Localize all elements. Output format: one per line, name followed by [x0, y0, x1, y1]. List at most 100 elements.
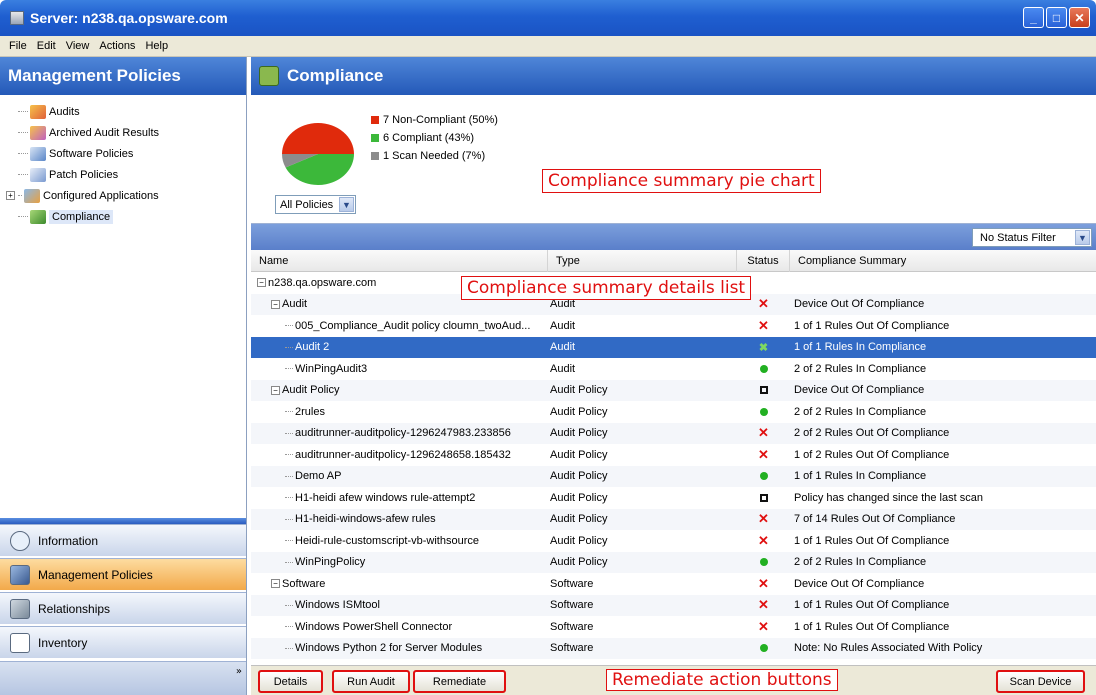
patch-policy-icon	[30, 167, 46, 182]
row-name: Windows ISMtool	[295, 599, 380, 612]
table-row[interactable]: Windows ISMtool Software ✕ 1 of 1 Rules Out…	[251, 594, 1096, 616]
menu-help[interactable]: Help	[140, 40, 173, 52]
row-name-cell: auditrunner-auditpolicy-1296248658.18543…	[251, 449, 548, 461]
row-type: Software	[550, 577, 594, 590]
tree-line	[285, 368, 293, 370]
window-title: Server: n238.qa.opsware.com	[30, 10, 228, 26]
nav-information[interactable]: Information	[0, 524, 246, 556]
menu-actions[interactable]: Actions	[94, 40, 140, 52]
nav-overflow[interactable]: »	[0, 661, 246, 695]
legend-swatch	[371, 152, 379, 160]
non-compliant-icon: ✕	[758, 618, 769, 634]
nav-inventory[interactable]: Inventory	[0, 626, 246, 658]
table-row[interactable]: 005_Compliance_Audit policy cloumn_twoAu…	[251, 315, 1096, 337]
table-row[interactable]: H1-heidi afew windows rule-attempt2 Audit…	[251, 487, 1096, 509]
row-summary: 2 of 2 Rules Out Of Compliance	[794, 427, 950, 440]
tree-item-archived-audit-results[interactable]: Archived Audit Results	[0, 122, 246, 143]
tree-item-label: Archived Audit Results	[49, 126, 160, 139]
remediate-button[interactable]: Remediate	[413, 670, 506, 693]
non-compliant-icon: ✕	[758, 425, 769, 441]
row-summary: 1 of 1 Rules Out Of Compliance	[794, 319, 950, 332]
tree-item-audits[interactable]: Audits	[0, 101, 246, 122]
column-type[interactable]: Type	[548, 250, 737, 272]
expand-icon[interactable]: +	[6, 191, 15, 200]
chevron-right-icon[interactable]: »	[236, 666, 242, 677]
non-compliant-icon: ✕	[758, 511, 769, 527]
minimize-button[interactable]: _	[1023, 7, 1044, 28]
row-name: Audit	[282, 298, 308, 311]
table-row[interactable]: WinPingAudit3 Audit 2 of 2 Rules In Compli…	[251, 358, 1096, 380]
maximize-button[interactable]: □	[1046, 7, 1067, 28]
row-name-cell: 005_Compliance_Audit policy cloumn_twoAu…	[251, 320, 548, 332]
status-filter-select[interactable]: No Status Filter ▼	[972, 228, 1092, 247]
legend-non-compliant: 7 Non-Compliant (50%)	[371, 111, 498, 129]
inventory-icon	[10, 632, 30, 653]
close-button[interactable]: ✕	[1069, 7, 1090, 28]
scan-device-button[interactable]: Scan Device	[996, 670, 1085, 693]
compliance-details-list: − n238.qa.opsware.com − Audit Audit ✕ Device O…	[251, 272, 1096, 666]
annotation-pie: Compliance summary pie chart	[542, 169, 821, 193]
column-name[interactable]: Name	[251, 250, 548, 272]
row-name: WinPingPolicy	[295, 556, 366, 569]
row-summary: 1 of 1 Rules In Compliance	[794, 470, 927, 483]
table-row[interactable]: auditrunner-auditpolicy-1296247983.23385…	[251, 422, 1096, 444]
collapse-icon[interactable]: −	[257, 278, 266, 288]
row-name-cell: H1-heidi-windows-afew rules	[251, 513, 548, 525]
scan-needed-icon	[759, 493, 768, 502]
compliant-icon	[759, 644, 768, 653]
row-status	[737, 644, 790, 653]
tree-item-configured-applications[interactable]: + Configured Applications	[0, 185, 246, 206]
window-title-bar[interactable]: Server: n238.qa.opsware.com _ □ ✕	[0, 0, 1096, 36]
compliant-icon: ✖	[758, 341, 769, 354]
row-type: Audit Policy	[550, 427, 608, 440]
collapse-icon[interactable]: −	[271, 385, 280, 395]
tree-item-compliance[interactable]: Compliance	[0, 206, 246, 227]
nav-relationships[interactable]: Relationships	[0, 592, 246, 624]
table-row[interactable]: Heidi-rule-customscript-vb-withsource Aud…	[251, 530, 1096, 552]
nav-management-policies[interactable]: Management Policies	[0, 558, 246, 590]
menu-edit[interactable]: Edit	[32, 40, 61, 52]
row-name: Windows Python 2 for Server Modules	[295, 642, 483, 655]
left-panel: Management Policies Audits Archived Audi…	[0, 57, 247, 695]
column-status[interactable]: Status	[737, 250, 790, 272]
table-row[interactable]: 2rules Audit Policy 2 of 2 Rules In Compli…	[251, 401, 1096, 423]
nav-label: Relationships	[38, 601, 111, 616]
table-row[interactable]: Windows Python 2 for Server Modules Softw…	[251, 637, 1096, 659]
compliance-header: Compliance	[251, 57, 1096, 95]
policy-filter-select[interactable]: All Policies ▼	[275, 195, 356, 214]
table-row[interactable]: − Software Software ✕ Device Out Of Complian…	[251, 573, 1096, 595]
row-type: Audit Policy	[550, 534, 608, 547]
table-row[interactable]: H1-heidi-windows-afew rules Audit Policy ✕…	[251, 508, 1096, 530]
chevron-down-icon[interactable]: ▼	[339, 197, 354, 212]
table-row[interactable]: Windows PowerShell Connector Software ✕ 1 o…	[251, 616, 1096, 638]
tree-item-software-policies[interactable]: Software Policies	[0, 143, 246, 164]
table-row[interactable]: Demo AP Audit Policy 1 of 1 Rules In Compl…	[251, 465, 1096, 487]
compliance-panel: Compliance 7 Non-Compliant (50%) 6 Compl…	[251, 57, 1096, 695]
column-compliance-summary[interactable]: Compliance Summary	[790, 250, 1084, 272]
table-row[interactable]: Audit 2 Audit ✖ 1 of 1 Rules In Compliance	[251, 336, 1096, 358]
menu-file[interactable]: File	[4, 40, 32, 52]
chevron-down-icon[interactable]: ▼	[1075, 230, 1090, 245]
row-name: 2rules	[295, 405, 325, 418]
table-row[interactable]: WinPingPolicy Audit Policy 2 of 2 Rules In…	[251, 551, 1096, 573]
legend-swatch	[371, 116, 379, 124]
tree-line	[285, 325, 293, 327]
row-name: 005_Compliance_Audit policy cloumn_twoAu…	[295, 319, 531, 332]
collapse-icon[interactable]: −	[271, 299, 280, 309]
menu-view[interactable]: View	[61, 40, 95, 52]
tree-item-label: Configured Applications	[43, 189, 159, 202]
row-status	[737, 386, 790, 395]
tree-line	[285, 626, 293, 628]
row-type: Audit Policy	[550, 448, 608, 461]
tree-item-label: Patch Policies	[49, 168, 119, 181]
row-status: ✕	[737, 511, 790, 527]
table-row[interactable]: − Audit Policy Audit Policy Device Out Of C…	[251, 379, 1096, 401]
table-row[interactable]: auditrunner-auditpolicy-1296248658.18543…	[251, 444, 1096, 466]
row-summary: 1 of 1 Rules Out Of Compliance	[794, 620, 950, 633]
run-audit-button[interactable]: Run Audit	[332, 670, 410, 693]
relationships-icon	[10, 598, 30, 619]
details-button[interactable]: Details	[258, 670, 323, 693]
collapse-icon[interactable]: −	[271, 579, 280, 589]
row-name-cell: Windows PowerShell Connector	[251, 621, 548, 633]
tree-item-patch-policies[interactable]: Patch Policies	[0, 164, 246, 185]
